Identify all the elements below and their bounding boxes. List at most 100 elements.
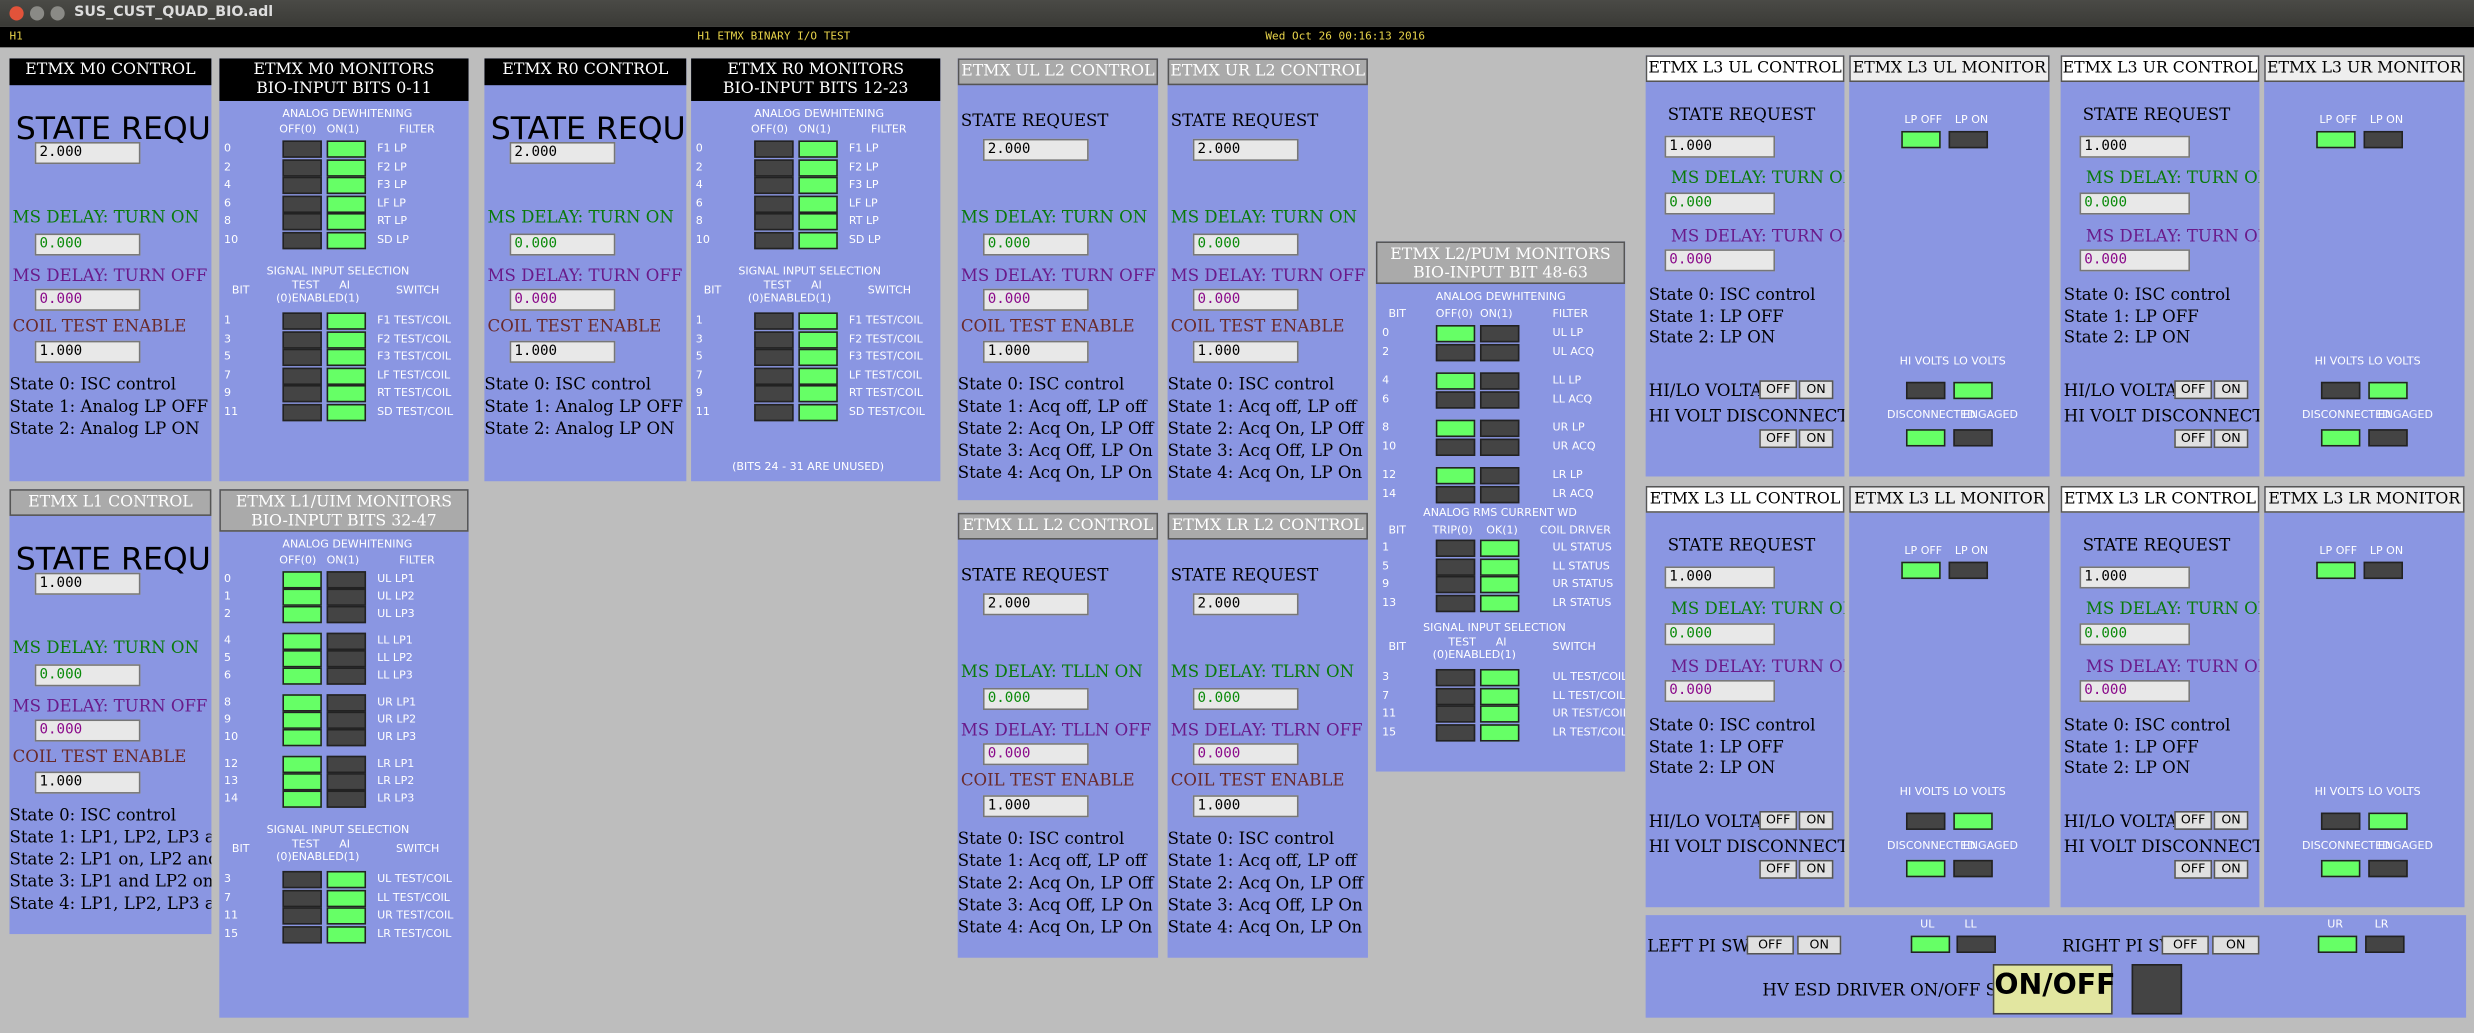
right-pi-on-button[interactable]: ON xyxy=(2212,935,2260,955)
l2-ll-coil-test-field[interactable]: 1.000 xyxy=(982,795,1089,818)
l2-ul-delay-on-field[interactable]: 0.000 xyxy=(982,233,1089,256)
l3-ul-state-desc-2: State 2: LP ON xyxy=(1648,328,1776,348)
l2-ur-state-desc-3: State 3: Acq Off, LP On xyxy=(1167,441,1363,461)
l1-delay-on-field[interactable]: 0.000 xyxy=(34,664,141,687)
r0mon-sel-switch: RT TEST/COIL xyxy=(848,386,924,400)
l1-delay-off-field[interactable]: 0.000 xyxy=(34,719,141,742)
m0mon-ai-label: AI xyxy=(339,279,351,292)
m0-delay-on-field[interactable]: 0.000 xyxy=(34,233,141,256)
l2-lr-state-request-field[interactable]: 2.000 xyxy=(1192,593,1299,616)
minimize-icon[interactable] xyxy=(29,6,45,21)
m0-coil-test-field[interactable]: 1.000 xyxy=(34,340,141,363)
l3-ll-state-request-field[interactable]: 1.000 xyxy=(1664,566,1776,589)
l2-ul-coil-test-field[interactable]: 1.000 xyxy=(982,340,1089,363)
l2mon-ok-label: OK(1) xyxy=(1486,523,1518,537)
l3-lr-delay-off-field[interactable]: 0.000 xyxy=(2079,680,2190,703)
l3-ul-delay-off-field[interactable]: 0.000 xyxy=(1664,249,1776,272)
l3-ll-hvdisc-label: HI VOLT DISCONNECT xyxy=(1648,837,1845,857)
l2-ul-state-request-field[interactable]: 2.000 xyxy=(982,138,1089,161)
l3-ur-delay-off-field[interactable]: 0.000 xyxy=(2079,249,2190,272)
l2mon-dw-off-led xyxy=(1435,372,1476,390)
l3-lr-delay-on-field[interactable]: 0.000 xyxy=(2079,623,2190,646)
panel-m0mon-header: ETMX M0 MONITORS BIO-INPUT BITS 0-11 xyxy=(219,58,469,101)
l3-ll-hvdisc-on-button[interactable]: ON xyxy=(1798,859,1834,879)
l1mon-sel-bit: 11 xyxy=(224,908,239,922)
m0mon-sel-bit: 7 xyxy=(224,368,232,382)
r0-delay-off-field[interactable]: 0.000 xyxy=(509,288,616,311)
l2-ll-state-request-field[interactable]: 2.000 xyxy=(982,593,1089,616)
m0mon-sel-bit: 3 xyxy=(224,332,232,345)
l2-ll-delay-off-field[interactable]: 0.000 xyxy=(982,743,1089,766)
l2-ll-delay-on-label: MS DELAY: TLLN ON xyxy=(960,662,1143,682)
r0-coil-test-field[interactable]: 1.000 xyxy=(509,340,616,363)
r0-state-desc-1: State 1: Analog LP OFF xyxy=(484,397,684,417)
panel-l2-ll-title: ETMX LL L2 CONTROL xyxy=(962,517,1154,535)
l3-ul-delay-on-field[interactable]: 0.000 xyxy=(1664,192,1776,215)
l2-ur-delay-off-field[interactable]: 0.000 xyxy=(1192,288,1299,311)
l3mon-lr-lp-on-label: LP ON xyxy=(2369,544,2404,557)
l2-ll-delay-on-field[interactable]: 0.000 xyxy=(982,687,1089,711)
l3-ll-state-desc-1: State 1: LP OFF xyxy=(1648,737,1784,757)
hv-esd-onoff-button[interactable]: ON/OFF xyxy=(1992,964,2116,1015)
panel-l3-ur-title: ETMX L3 UR CONTROL xyxy=(2062,59,2258,78)
l2-lr-delay-off-field[interactable]: 0.000 xyxy=(1192,743,1299,766)
l3mon-ur-hi-volts-led xyxy=(2320,381,2361,400)
l3-ll-hilo-on-button[interactable]: ON xyxy=(1798,810,1834,830)
l2-lr-delay-on-field[interactable]: 0.000 xyxy=(1192,687,1299,711)
r0mon-dw-on-led xyxy=(798,176,838,195)
l3-ul-hvdisc-label: HI VOLT DISCONNECT xyxy=(1648,407,1845,427)
l3-ul-hvdisc-off-button[interactable]: OFF xyxy=(1759,429,1798,449)
l2-ur-coil-test-field[interactable]: 1.000 xyxy=(1192,340,1299,363)
l3-lr-hilo-off-button[interactable]: OFF xyxy=(2174,810,2213,830)
l3-ll-hilo-off-button[interactable]: OFF xyxy=(1759,810,1798,830)
r0mon-bit-label: BIT xyxy=(703,284,722,297)
l2-ll-state-desc-3: State 3: Acq Off, LP On xyxy=(957,896,1153,916)
l2-lr-state-desc-0: State 0: ISC control xyxy=(1167,829,1335,849)
l3-ur-state-request-field[interactable]: 1.000 xyxy=(2079,135,2190,158)
maximize-icon[interactable] xyxy=(50,6,65,21)
panel-l1mon-title: ETMX L1/UIM MONITORS xyxy=(235,493,453,512)
l3-ur-hvdisc-on-button[interactable]: ON xyxy=(2213,429,2249,449)
l3-ul-hvdisc-on-button[interactable]: ON xyxy=(1798,429,1834,449)
l3-ll-hvdisc-off-button[interactable]: OFF xyxy=(1759,859,1798,879)
l1-coil-test-field[interactable]: 1.000 xyxy=(34,771,141,794)
panel-l3-ll-title: ETMX L3 LL CONTROL xyxy=(1649,490,1841,509)
l3-ll-delay-off-field[interactable]: 0.000 xyxy=(1664,680,1776,703)
l2-lr-coil-test-field[interactable]: 1.000 xyxy=(1192,795,1299,818)
l1mon-dw-off-led xyxy=(282,711,322,729)
m0mon-bit-label: BIT xyxy=(231,284,250,297)
l3-ur-hilo-on-button[interactable]: ON xyxy=(2213,380,2249,400)
l2-ur-state-request-field[interactable]: 2.000 xyxy=(1192,138,1299,161)
l3-lr-state-request-field[interactable]: 1.000 xyxy=(2079,566,2190,589)
l2-ul-delay-off-field[interactable]: 0.000 xyxy=(982,288,1089,311)
right-pi-off-button[interactable]: OFF xyxy=(2161,935,2209,955)
l3-lr-hvdisc-off-button[interactable]: OFF xyxy=(2174,859,2213,879)
l3-lr-hvdisc-on-button[interactable]: ON xyxy=(2213,859,2249,879)
r0mon-sel-bit: 3 xyxy=(695,332,703,345)
l3-ul-hilo-off-button[interactable]: OFF xyxy=(1759,380,1798,400)
r0mon-dw-bit: 8 xyxy=(695,214,703,228)
m0-delay-off-field[interactable]: 0.000 xyxy=(34,288,141,311)
left-pi-on-button[interactable]: ON xyxy=(1797,935,1842,955)
pi-lr-label: LR xyxy=(2374,918,2389,931)
l3-ur-delay-on-field[interactable]: 0.000 xyxy=(2079,192,2190,215)
l2-ur-delay-on-field[interactable]: 0.000 xyxy=(1192,233,1299,256)
left-pi-off-button[interactable]: OFF xyxy=(1746,935,1794,955)
m0-state-request-field[interactable]: 2.000 xyxy=(34,142,141,165)
l3-lr-hilo-on-button[interactable]: ON xyxy=(2213,810,2249,830)
r0-state-request-field[interactable]: 2.000 xyxy=(509,142,616,165)
l3-ll-delay-on-field[interactable]: 0.000 xyxy=(1664,623,1776,646)
hv-esd-status-led xyxy=(2131,964,2183,1015)
l2mon-dw-off-led xyxy=(1435,343,1476,361)
l1mon-sel-test-led xyxy=(282,907,322,925)
l3-ul-state-request-field[interactable]: 1.000 xyxy=(1664,135,1776,158)
l3mon-ur-lp-on-label: LP ON xyxy=(2369,113,2404,127)
close-icon[interactable] xyxy=(9,6,24,21)
r0-delay-on-field[interactable]: 0.000 xyxy=(509,233,616,256)
l3-ll-state-request-label: STATE REQUEST xyxy=(1667,536,1816,556)
l3-ur-hilo-off-button[interactable]: OFF xyxy=(2174,380,2213,400)
l1mon-dw-filter: LL LP1 xyxy=(377,634,413,647)
l3-ul-hilo-on-button[interactable]: ON xyxy=(1798,380,1834,400)
l3-ur-hvdisc-off-button[interactable]: OFF xyxy=(2174,429,2213,449)
l1-state-request-field[interactable]: 1.000 xyxy=(34,572,141,595)
